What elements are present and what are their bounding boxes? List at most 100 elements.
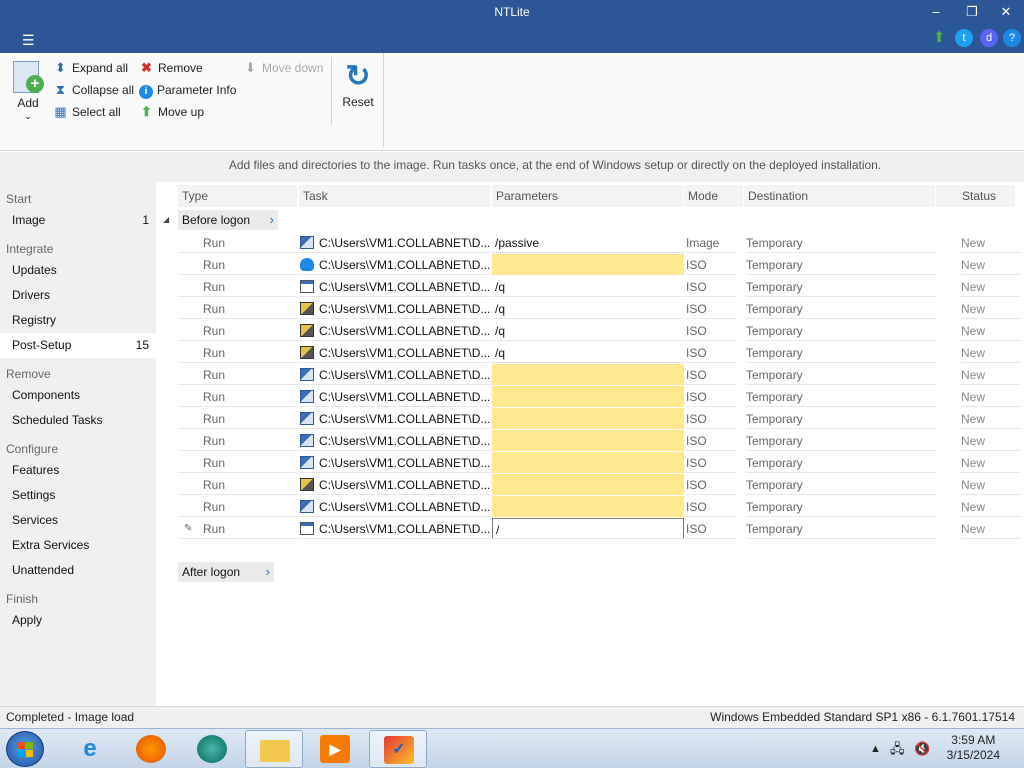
- mode-cell[interactable]: Image: [686, 232, 736, 253]
- column-header-parameters[interactable]: Parameters: [492, 185, 684, 207]
- type-cell[interactable]: Run: [178, 386, 298, 407]
- mode-cell[interactable]: ISO: [686, 408, 736, 429]
- task-cell[interactable]: C:\Users\VM1.COLLABNET\D...: [300, 320, 490, 341]
- table-row[interactable]: Run C:\Users\VM1.COLLABNET\D.../q ISO Tempo…: [156, 342, 1024, 364]
- table-row[interactable]: Run C:\Users\VM1.COLLABNET\D... ISO Tempora…: [156, 408, 1024, 430]
- table-row[interactable]: Run C:\Users\VM1.COLLABNET\D.../q ISO Tempo…: [156, 276, 1024, 298]
- column-header-status[interactable]: Status: [936, 185, 1016, 207]
- type-cell[interactable]: Run: [178, 496, 298, 517]
- parameters-cell[interactable]: [492, 430, 684, 451]
- group-after-logon[interactable]: After logon ›: [178, 562, 274, 582]
- show-hidden-icons-icon[interactable]: ▲: [870, 729, 881, 768]
- app-icon[interactable]: [183, 730, 241, 768]
- task-cell[interactable]: C:\Users\VM1.COLLABNET\D...: [300, 342, 490, 363]
- parameters-cell[interactable]: /: [492, 518, 684, 539]
- status-cell[interactable]: New: [961, 254, 1021, 275]
- status-cell[interactable]: New: [961, 496, 1021, 517]
- column-header-type[interactable]: Type: [178, 185, 298, 207]
- type-cell[interactable]: Run: [178, 430, 298, 451]
- table-row[interactable]: Run C:\Users\VM1.COLLABNET\D... ISO Tempora…: [156, 474, 1024, 496]
- mode-cell[interactable]: ISO: [686, 320, 736, 341]
- table-row[interactable]: Run C:\Users\VM1.COLLABNET\D... ISO Tempora…: [156, 254, 1024, 276]
- task-cell[interactable]: C:\Users\VM1.COLLABNET\D...: [300, 232, 490, 253]
- sidebar-item-services[interactable]: Services: [0, 508, 156, 533]
- mode-cell[interactable]: ISO: [686, 364, 736, 385]
- sidebar-item-unattended[interactable]: Unattended: [0, 558, 156, 583]
- menu-icon[interactable]: ☰: [22, 32, 35, 49]
- table-row[interactable]: Run C:\Users\VM1.COLLABNET\D... ISO Tempora…: [156, 386, 1024, 408]
- destination-cell[interactable]: Temporary: [746, 232, 936, 253]
- type-cell[interactable]: Run: [178, 452, 298, 473]
- parameters-cell[interactable]: /q: [492, 298, 684, 319]
- mode-cell[interactable]: ISO: [686, 342, 736, 363]
- status-cell[interactable]: New: [961, 408, 1021, 429]
- table-row[interactable]: Run C:\Users\VM1.COLLABNET\D.../q ISO Tempo…: [156, 320, 1024, 342]
- help-icon[interactable]: ?: [1003, 29, 1021, 47]
- destination-cell[interactable]: Temporary: [746, 342, 936, 363]
- status-cell[interactable]: New: [961, 320, 1021, 341]
- task-cell[interactable]: C:\Users\VM1.COLLABNET\D...: [300, 496, 490, 517]
- status-cell[interactable]: New: [961, 386, 1021, 407]
- status-cell[interactable]: New: [961, 298, 1021, 319]
- status-cell[interactable]: New: [961, 430, 1021, 451]
- remove-button[interactable]: ✖ Remove: [139, 58, 203, 78]
- task-cell[interactable]: C:\Users\VM1.COLLABNET\D...: [300, 386, 490, 407]
- update-icon[interactable]: ⬆: [930, 29, 948, 47]
- destination-cell[interactable]: Temporary: [746, 430, 936, 451]
- status-cell[interactable]: New: [961, 276, 1021, 297]
- parameters-cell[interactable]: [492, 254, 684, 275]
- discord-icon[interactable]: d: [980, 29, 998, 47]
- internet-explorer-icon[interactable]: e: [61, 730, 119, 768]
- clock[interactable]: 3:59 AM 3/15/2024: [947, 733, 1000, 763]
- sidebar-item-post-setup[interactable]: Post-Setup 15: [0, 333, 156, 358]
- parameters-cell[interactable]: [492, 386, 684, 407]
- sidebar-item-image[interactable]: Image 1: [0, 208, 156, 233]
- task-cell[interactable]: C:\Users\VM1.COLLABNET\D...: [300, 474, 490, 495]
- move-up-button[interactable]: ⬆ Move up: [139, 102, 204, 122]
- status-cell[interactable]: New: [961, 518, 1021, 539]
- firefox-icon[interactable]: [122, 730, 180, 768]
- sidebar-item-scheduled-tasks[interactable]: Scheduled Tasks: [0, 408, 156, 433]
- reset-button[interactable]: ↻ Reset: [340, 59, 376, 109]
- mode-cell[interactable]: ISO: [686, 276, 736, 297]
- restore-button[interactable]: ❐: [957, 2, 987, 22]
- collapse-all-button[interactable]: ⧗ Collapse all: [53, 80, 134, 100]
- type-cell[interactable]: Run: [178, 364, 298, 385]
- network-icon[interactable]: 🖧: [890, 729, 905, 768]
- type-cell[interactable]: Run: [178, 298, 298, 319]
- status-cell[interactable]: New: [961, 342, 1021, 363]
- sidebar-item-features[interactable]: Features: [0, 458, 156, 483]
- move-down-button[interactable]: ⬇ Move down: [243, 58, 323, 78]
- parameters-cell[interactable]: /passive: [492, 232, 684, 253]
- type-cell[interactable]: Run: [178, 276, 298, 297]
- type-cell[interactable]: Run: [178, 518, 298, 539]
- sidebar-item-registry[interactable]: Registry: [0, 308, 156, 333]
- table-row[interactable]: Run C:\Users\VM1.COLLABNET\D.../q ISO Tempo…: [156, 298, 1024, 320]
- parameters-cell[interactable]: [492, 408, 684, 429]
- parameter-info-button[interactable]: i Parameter Info: [139, 80, 236, 100]
- task-cell[interactable]: C:\Users\VM1.COLLABNET\D...: [300, 452, 490, 473]
- file-explorer-icon[interactable]: [245, 730, 303, 768]
- task-cell[interactable]: C:\Users\VM1.COLLABNET\D...: [300, 518, 490, 539]
- table-row[interactable]: Run C:\Users\VM1.COLLABNET\D... ISO Tempora…: [156, 496, 1024, 518]
- parameters-cell[interactable]: /q: [492, 276, 684, 297]
- destination-cell[interactable]: Temporary: [746, 474, 936, 495]
- task-cell[interactable]: C:\Users\VM1.COLLABNET\D...: [300, 430, 490, 451]
- mode-cell[interactable]: ISO: [686, 518, 736, 539]
- select-all-button[interactable]: ▦ Select all: [53, 102, 120, 122]
- sidebar-item-components[interactable]: Components: [0, 383, 156, 408]
- twitter-icon[interactable]: t: [955, 29, 973, 47]
- table-row[interactable]: Run C:\Users\VM1.COLLABNET\D.../passive Im…: [156, 232, 1024, 254]
- status-cell[interactable]: New: [961, 452, 1021, 473]
- parameters-cell[interactable]: /q: [492, 320, 684, 341]
- minimize-button[interactable]: –: [921, 2, 951, 22]
- sidebar-item-extra-services[interactable]: Extra Services: [0, 533, 156, 558]
- status-cell[interactable]: New: [961, 232, 1021, 253]
- status-cell[interactable]: New: [961, 364, 1021, 385]
- sidebar-item-apply[interactable]: Apply: [0, 608, 156, 633]
- mode-cell[interactable]: ISO: [686, 254, 736, 275]
- mode-cell[interactable]: ISO: [686, 452, 736, 473]
- type-cell[interactable]: Run: [178, 320, 298, 341]
- column-header-destination[interactable]: Destination: [744, 185, 936, 207]
- parameters-cell[interactable]: [492, 496, 684, 517]
